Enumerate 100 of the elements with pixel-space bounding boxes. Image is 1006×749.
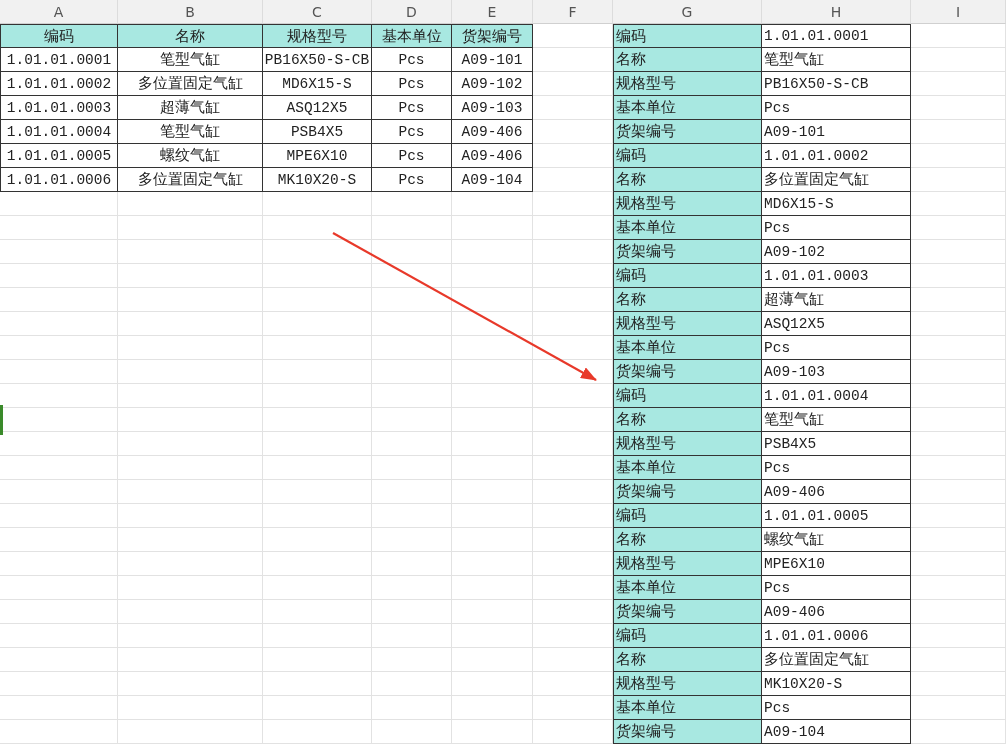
value-cell: Pcs bbox=[762, 696, 911, 720]
value-cell: 1.01.01.0004 bbox=[762, 384, 911, 408]
header-cell: 基本单位 bbox=[372, 24, 452, 48]
label-cell: 基本单位 bbox=[613, 336, 762, 360]
value-cell: Pcs bbox=[762, 96, 911, 120]
value-cell: MD6X15-S bbox=[762, 192, 911, 216]
value-cell: 多位置固定气缸 bbox=[762, 648, 911, 672]
table-cell: A09-104 bbox=[452, 168, 533, 192]
table-cell: A09-103 bbox=[452, 96, 533, 120]
table-cell: 笔型气缸 bbox=[118, 48, 263, 72]
label-cell: 规格型号 bbox=[613, 672, 762, 696]
label-cell: 货架编号 bbox=[613, 600, 762, 624]
label-cell: 编码 bbox=[613, 24, 762, 48]
header-cell: 编码 bbox=[0, 24, 118, 48]
table-cell: MD6X15-S bbox=[263, 72, 372, 96]
value-cell: 1.01.01.0005 bbox=[762, 504, 911, 528]
label-cell: 名称 bbox=[613, 408, 762, 432]
table-cell: MPE6X10 bbox=[263, 144, 372, 168]
label-cell: 货架编号 bbox=[613, 360, 762, 384]
value-cell: A09-101 bbox=[762, 120, 911, 144]
value-cell: A09-102 bbox=[762, 240, 911, 264]
label-cell: 编码 bbox=[613, 264, 762, 288]
column-header[interactable]: A bbox=[0, 0, 118, 24]
label-cell: 基本单位 bbox=[613, 216, 762, 240]
table-cell: Pcs bbox=[372, 144, 452, 168]
value-cell: MPE6X10 bbox=[762, 552, 911, 576]
label-cell: 基本单位 bbox=[613, 696, 762, 720]
value-cell: Pcs bbox=[762, 576, 911, 600]
value-cell: Pcs bbox=[762, 456, 911, 480]
value-cell: Pcs bbox=[762, 216, 911, 240]
table-cell: 螺纹气缸 bbox=[118, 144, 263, 168]
table-cell: 1.01.01.0002 bbox=[0, 72, 118, 96]
label-cell: 规格型号 bbox=[613, 312, 762, 336]
value-cell: 1.01.01.0003 bbox=[762, 264, 911, 288]
label-cell: 基本单位 bbox=[613, 456, 762, 480]
value-cell: 多位置固定气缸 bbox=[762, 168, 911, 192]
column-header[interactable]: B bbox=[118, 0, 263, 24]
value-cell: 1.01.01.0001 bbox=[762, 24, 911, 48]
table-cell: PSB4X5 bbox=[263, 120, 372, 144]
label-cell: 名称 bbox=[613, 288, 762, 312]
value-cell: PSB4X5 bbox=[762, 432, 911, 456]
table-cell: Pcs bbox=[372, 168, 452, 192]
header-cell: 货架编号 bbox=[452, 24, 533, 48]
table-cell: Pcs bbox=[372, 120, 452, 144]
table-cell: 1.01.01.0005 bbox=[0, 144, 118, 168]
value-cell: MK10X20-S bbox=[762, 672, 911, 696]
column-header[interactable]: F bbox=[533, 0, 613, 24]
table-cell: ASQ12X5 bbox=[263, 96, 372, 120]
value-cell: A09-406 bbox=[762, 480, 911, 504]
label-cell: 基本单位 bbox=[613, 96, 762, 120]
value-cell: ASQ12X5 bbox=[762, 312, 911, 336]
value-cell: 笔型气缸 bbox=[762, 408, 911, 432]
table-cell: Pcs bbox=[372, 48, 452, 72]
column-header[interactable]: C bbox=[263, 0, 372, 24]
label-cell: 货架编号 bbox=[613, 240, 762, 264]
table-cell: 1.01.01.0001 bbox=[0, 48, 118, 72]
column-header[interactable]: D bbox=[372, 0, 452, 24]
table-cell: Pcs bbox=[372, 96, 452, 120]
column-header[interactable]: H bbox=[762, 0, 911, 24]
value-cell: 1.01.01.0002 bbox=[762, 144, 911, 168]
label-cell: 货架编号 bbox=[613, 480, 762, 504]
table-cell: A09-102 bbox=[452, 72, 533, 96]
value-cell: A09-406 bbox=[762, 600, 911, 624]
table-cell: A09-406 bbox=[452, 144, 533, 168]
label-cell: 规格型号 bbox=[613, 192, 762, 216]
column-header[interactable]: G bbox=[613, 0, 762, 24]
label-cell: 编码 bbox=[613, 384, 762, 408]
label-cell: 基本单位 bbox=[613, 576, 762, 600]
label-cell: 规格型号 bbox=[613, 432, 762, 456]
header-cell: 名称 bbox=[118, 24, 263, 48]
value-cell: 螺纹气缸 bbox=[762, 528, 911, 552]
label-cell: 名称 bbox=[613, 528, 762, 552]
value-cell: 1.01.01.0006 bbox=[762, 624, 911, 648]
selection-marker bbox=[0, 405, 3, 435]
table-cell: Pcs bbox=[372, 72, 452, 96]
label-cell: 编码 bbox=[613, 504, 762, 528]
label-cell: 编码 bbox=[613, 144, 762, 168]
label-cell: 名称 bbox=[613, 168, 762, 192]
table-cell: 笔型气缸 bbox=[118, 120, 263, 144]
table-cell: 1.01.01.0004 bbox=[0, 120, 118, 144]
value-cell: A09-104 bbox=[762, 720, 911, 744]
column-header[interactable]: E bbox=[452, 0, 533, 24]
table-cell: A09-101 bbox=[452, 48, 533, 72]
table-cell: 1.01.01.0003 bbox=[0, 96, 118, 120]
label-cell: 货架编号 bbox=[613, 120, 762, 144]
label-cell: 货架编号 bbox=[613, 720, 762, 744]
column-header[interactable]: I bbox=[911, 0, 1006, 24]
table-cell: MK10X20-S bbox=[263, 168, 372, 192]
header-cell: 规格型号 bbox=[263, 24, 372, 48]
label-cell: 名称 bbox=[613, 48, 762, 72]
label-cell: 规格型号 bbox=[613, 72, 762, 96]
table-cell: 多位置固定气缸 bbox=[118, 168, 263, 192]
value-cell: 超薄气缸 bbox=[762, 288, 911, 312]
value-cell: PB16X50-S-CB bbox=[762, 72, 911, 96]
label-cell: 规格型号 bbox=[613, 552, 762, 576]
table-cell: 超薄气缸 bbox=[118, 96, 263, 120]
label-cell: 编码 bbox=[613, 624, 762, 648]
table-cell: 多位置固定气缸 bbox=[118, 72, 263, 96]
label-cell: 名称 bbox=[613, 648, 762, 672]
table-cell: PB16X50-S-CB bbox=[263, 48, 372, 72]
